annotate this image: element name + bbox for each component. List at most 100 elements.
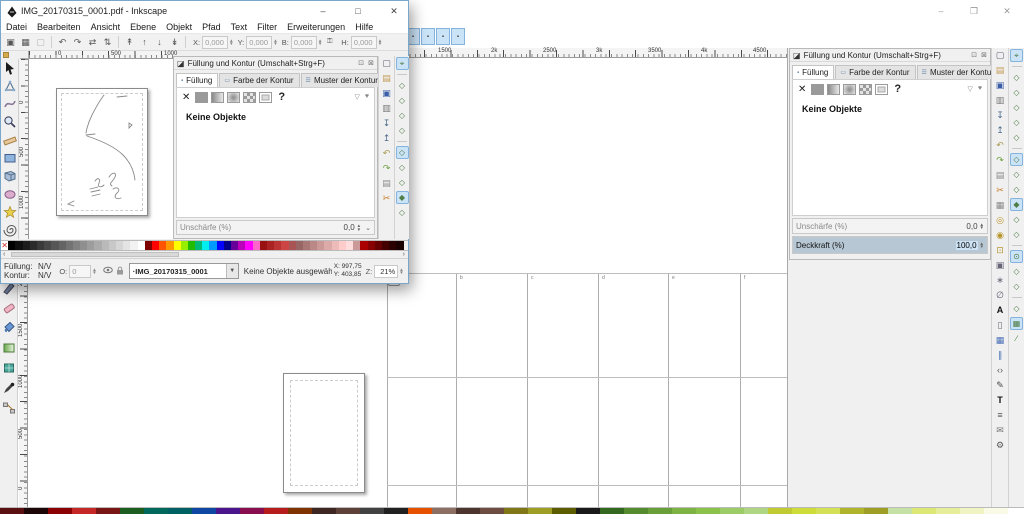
sw-canvas[interactable]	[29, 59, 173, 239]
palette-swatch[interactable]	[408, 508, 432, 514]
snap-bbox-centers-toggle[interactable]: ◇	[1010, 131, 1023, 144]
height-field[interactable]: 0,000	[351, 36, 377, 49]
palette-swatch[interactable]	[24, 508, 48, 514]
snap-rotation-centers-toggle[interactable]: ◇	[1010, 265, 1023, 278]
palette-swatch[interactable]	[260, 241, 267, 250]
duplicate-button[interactable]: ▣	[993, 258, 1007, 273]
rotate-ccw-icon[interactable]: ↶	[56, 36, 69, 49]
palette-swatch[interactable]	[192, 508, 216, 514]
snap-nodes-toggle[interactable]: ◇	[396, 146, 409, 159]
snap-bbox-toggle[interactable]: ◇	[1010, 71, 1023, 84]
palette-swatch[interactable]	[72, 508, 96, 514]
text-and-font-button[interactable]: A	[993, 303, 1007, 318]
linear-gradient-button[interactable]	[827, 84, 840, 95]
dock-button[interactable]: ⊡	[358, 59, 364, 67]
snap-bbox-edges-toggle[interactable]: ◇	[396, 94, 409, 107]
palette-swatch[interactable]	[30, 241, 37, 250]
snap-cusp-nodes-toggle[interactable]: ◆	[1010, 198, 1023, 211]
clone-button[interactable]: ∗	[993, 273, 1007, 288]
palette-swatch[interactable]	[289, 241, 296, 250]
sw-horizontal-ruler[interactable]: 05001000	[29, 51, 173, 59]
move-masks-toggle[interactable]: ▪	[451, 28, 465, 45]
palette-swatch[interactable]	[264, 508, 288, 514]
flip-horizontal-icon[interactable]: ⇄	[86, 36, 99, 49]
raise-to-top-icon[interactable]: ↟	[123, 36, 136, 49]
radial-gradient-button[interactable]	[227, 92, 240, 103]
palette-swatch[interactable]	[744, 508, 768, 514]
fill-stroke-indicator[interactable]: Füllung:N/V Kontur:N/V	[1, 262, 51, 280]
palette-swatch[interactable]	[138, 241, 145, 250]
snap-paths-toggle[interactable]: ◇	[396, 161, 409, 174]
bg-blur-row[interactable]: Unschärfe (%) 0,0 ▲▼	[792, 218, 988, 234]
new-document-button[interactable]: ▢	[993, 48, 1007, 63]
sw-titlebar[interactable]: IMG_20170315_0001.pdf - Inkscape – □ ✕	[1, 1, 408, 21]
palette-swatch[interactable]	[456, 508, 480, 514]
dialog-scroll-down-icon[interactable]: ⌄	[365, 224, 371, 232]
snap-nodes-toggle[interactable]: ◇	[1010, 153, 1023, 166]
minimize-button[interactable]: –	[930, 3, 952, 19]
snap-page-border-toggle[interactable]: ◇	[1010, 302, 1023, 315]
palette-swatch[interactable]	[432, 508, 456, 514]
palette-swatch[interactable]	[238, 241, 245, 250]
bg-opacity-row[interactable]: Deckkraft (%) 100,0 ▲▼	[792, 236, 988, 254]
xml-editor-button[interactable]: ‹›	[993, 363, 1007, 378]
palette-swatch[interactable]	[600, 508, 624, 514]
menu-item-pfad[interactable]: Pfad	[197, 21, 226, 33]
palette-swatch[interactable]	[984, 508, 1008, 514]
palette-swatch-none[interactable]: ✕	[1, 241, 8, 250]
palette-swatch[interactable]	[130, 241, 137, 250]
palette-swatch[interactable]	[576, 508, 600, 514]
print-button[interactable]: ▥	[380, 101, 394, 116]
palette-swatch[interactable]	[936, 508, 960, 514]
palette-swatch[interactable]	[960, 508, 984, 514]
dock-button[interactable]: ⊡	[971, 51, 977, 59]
palette-swatch[interactable]	[375, 241, 382, 250]
blur-value[interactable]: 0,0	[344, 223, 355, 232]
text-tool-button[interactable]: T	[993, 393, 1007, 408]
palette-swatch[interactable]	[346, 241, 353, 250]
import-button[interactable]: ↧	[993, 108, 1007, 123]
open-button[interactable]: ▤	[993, 63, 1007, 78]
palette-swatch[interactable]	[816, 508, 840, 514]
palette-swatch[interactable]	[94, 241, 101, 250]
palette-swatch[interactable]	[360, 241, 367, 250]
palette-swatch[interactable]	[44, 241, 51, 250]
palette-swatch[interactable]	[1008, 508, 1024, 514]
palette-scrollbar[interactable]: ‹ ›	[1, 251, 408, 258]
palette-swatch[interactable]	[696, 508, 720, 514]
palette-scroll-thumb[interactable]	[11, 252, 179, 257]
tool-gradient[interactable]	[0, 338, 18, 358]
chevron-down-icon[interactable]: ▼	[226, 264, 238, 278]
tab-farbe-der-kontur[interactable]: ▭Farbe der Kontur	[219, 73, 299, 87]
flip-vertical-icon[interactable]: ⇅	[101, 36, 114, 49]
palette-swatch[interactable]	[332, 241, 339, 250]
palette-swatch[interactable]	[168, 508, 192, 514]
export-button[interactable]: ↥	[380, 131, 394, 146]
save-button[interactable]: ▣	[993, 78, 1007, 93]
current-layer-combo[interactable]: ·IMG_20170315_0001 ▼	[129, 263, 239, 279]
menu-item-erweiterungen[interactable]: Erweiterungen	[282, 21, 350, 33]
layers-button[interactable]: ≡	[993, 408, 1007, 423]
unknown-paint-button[interactable]: ?	[278, 91, 285, 103]
palette-swatch[interactable]	[224, 241, 231, 250]
menu-item-objekt[interactable]: Objekt	[161, 21, 197, 33]
palette-swatch[interactable]	[48, 508, 72, 514]
layer-visibility-icon[interactable]	[103, 266, 113, 276]
cut-button[interactable]: ✂	[993, 183, 1007, 198]
zoom-drawing-button[interactable]: ◉	[993, 228, 1007, 243]
select-all-layers-icon[interactable]: ▦	[19, 36, 32, 49]
palette-swatch[interactable]	[324, 241, 331, 250]
copy-button[interactable]: ▤	[993, 168, 1007, 183]
palette-swatch[interactable]	[384, 508, 408, 514]
zoom-selection-button[interactable]: ◎	[993, 213, 1007, 228]
palette-swatch[interactable]	[317, 241, 324, 250]
unknown-paint-button[interactable]: ?	[894, 83, 901, 95]
pattern-button[interactable]	[243, 92, 256, 103]
palette-swatch[interactable]	[253, 241, 260, 250]
palette-swatch[interactable]	[624, 508, 648, 514]
snap-paths-toggle[interactable]: ◇	[1010, 168, 1023, 181]
flat-color-button[interactable]	[811, 84, 824, 95]
opacity-field-spinner[interactable]: ▲▼	[92, 268, 96, 274]
palette-swatch[interactable]	[312, 508, 336, 514]
tool-tweak[interactable]	[1, 95, 19, 113]
